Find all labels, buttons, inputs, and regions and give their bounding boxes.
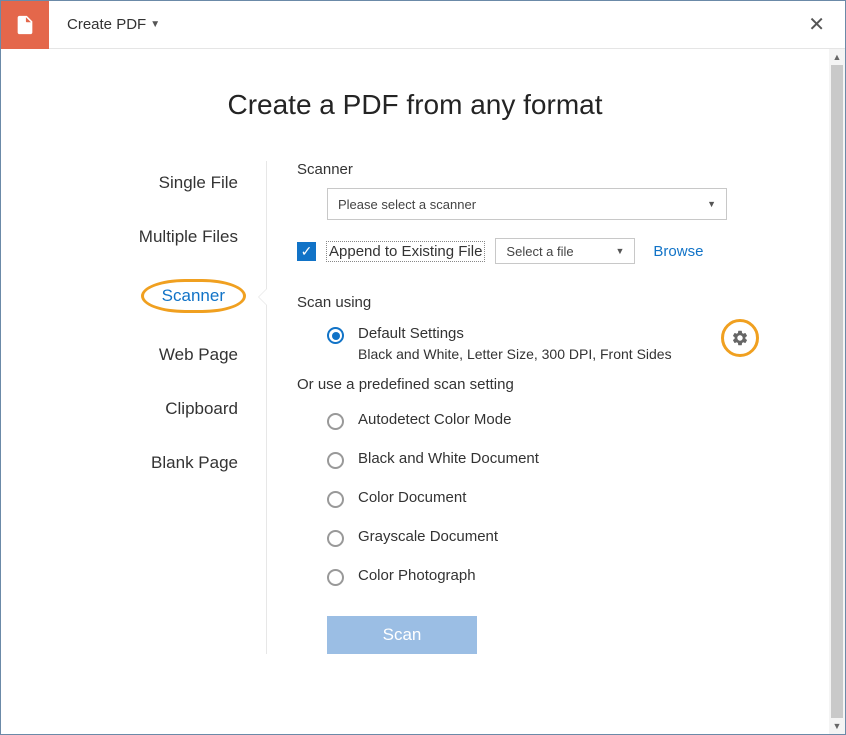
default-settings-desc: Black and White, Letter Size, 300 DPI, F… — [358, 346, 672, 362]
settings-gear-button[interactable] — [721, 319, 759, 357]
browse-link[interactable]: Browse — [653, 243, 703, 260]
sidebar-item-scanner[interactable]: Scanner — [141, 279, 246, 313]
page-heading: Create a PDF from any format — [61, 89, 769, 121]
bw-document-radio[interactable] — [327, 452, 344, 469]
default-settings-text: Default Settings Black and White, Letter… — [358, 325, 672, 362]
sidebar-item-multiple-files[interactable]: Multiple Files — [131, 225, 246, 249]
source-sidebar: Single File Multiple Files Scanner Web P… — [61, 161, 246, 654]
color-photograph-label: Color Photograph — [358, 567, 476, 584]
grayscale-document-label: Grayscale Document — [358, 528, 498, 545]
predefined-label: Or use a predefined scan setting — [297, 376, 769, 393]
default-settings-radio-row: Default Settings Black and White, Letter… — [327, 325, 769, 362]
append-label[interactable]: Append to Existing File — [326, 241, 485, 262]
titlebar: Create PDF ▼ ✕ — [1, 1, 845, 49]
gear-icon — [731, 329, 749, 347]
vertical-divider — [266, 161, 267, 654]
color-document-label: Color Document — [358, 489, 466, 506]
scan-using-label: Scan using — [297, 294, 769, 311]
predef-radio-row: Color Photograph — [327, 567, 769, 586]
window-title[interactable]: Create PDF — [67, 16, 146, 33]
content: Create a PDF from any format Single File… — [1, 49, 829, 734]
main-panel: Scanner Please select a scanner ▼ ✓ Appe… — [297, 161, 769, 654]
default-settings-radio[interactable] — [327, 327, 344, 344]
file-select[interactable]: Select a file ▼ — [495, 238, 635, 264]
sidebar-item-blank-page[interactable]: Blank Page — [143, 451, 246, 475]
color-photograph-radio[interactable] — [327, 569, 344, 586]
scanner-select[interactable]: Please select a scanner ▼ — [327, 188, 727, 220]
sidebar-item-single-file[interactable]: Single File — [151, 171, 246, 195]
vertical-scrollbar[interactable]: ▲ ▼ — [829, 49, 845, 734]
autodetect-radio[interactable] — [327, 413, 344, 430]
predef-radio-row: Grayscale Document — [327, 528, 769, 547]
sidebar-item-clipboard[interactable]: Clipboard — [157, 397, 246, 421]
autodetect-label: Autodetect Color Mode — [358, 411, 511, 428]
sidebar-item-web-page[interactable]: Web Page — [151, 343, 246, 367]
document-icon — [14, 14, 36, 36]
create-pdf-window: Create PDF ▼ ✕ Create a PDF from any for… — [0, 0, 846, 735]
scanner-select-value: Please select a scanner — [338, 197, 476, 212]
predef-radio-row: Black and White Document — [327, 450, 769, 469]
predef-radio-row: Color Document — [327, 489, 769, 508]
chevron-down-icon: ▼ — [616, 246, 625, 256]
color-document-radio[interactable] — [327, 491, 344, 508]
scanner-section-label: Scanner — [297, 161, 769, 178]
body-area: Create a PDF from any format Single File… — [1, 49, 845, 734]
chevron-down-icon: ▼ — [707, 199, 716, 209]
grayscale-document-radio[interactable] — [327, 530, 344, 547]
scroll-down-arrow-icon[interactable]: ▼ — [829, 718, 845, 734]
scroll-thumb[interactable] — [831, 65, 843, 718]
close-button[interactable]: ✕ — [808, 12, 825, 37]
bw-document-label: Black and White Document — [358, 450, 539, 467]
default-settings-label: Default Settings — [358, 325, 672, 342]
append-row: ✓ Append to Existing File Select a file … — [297, 238, 769, 264]
predef-radio-row: Autodetect Color Mode — [327, 411, 769, 430]
scan-button[interactable]: Scan — [327, 616, 477, 654]
two-column-layout: Single File Multiple Files Scanner Web P… — [61, 161, 769, 654]
append-checkbox[interactable]: ✓ — [297, 242, 316, 261]
scroll-up-arrow-icon[interactable]: ▲ — [829, 49, 845, 65]
app-icon-box — [1, 1, 49, 49]
title-dropdown-caret-icon[interactable]: ▼ — [150, 19, 160, 30]
file-select-value: Select a file — [506, 244, 573, 259]
